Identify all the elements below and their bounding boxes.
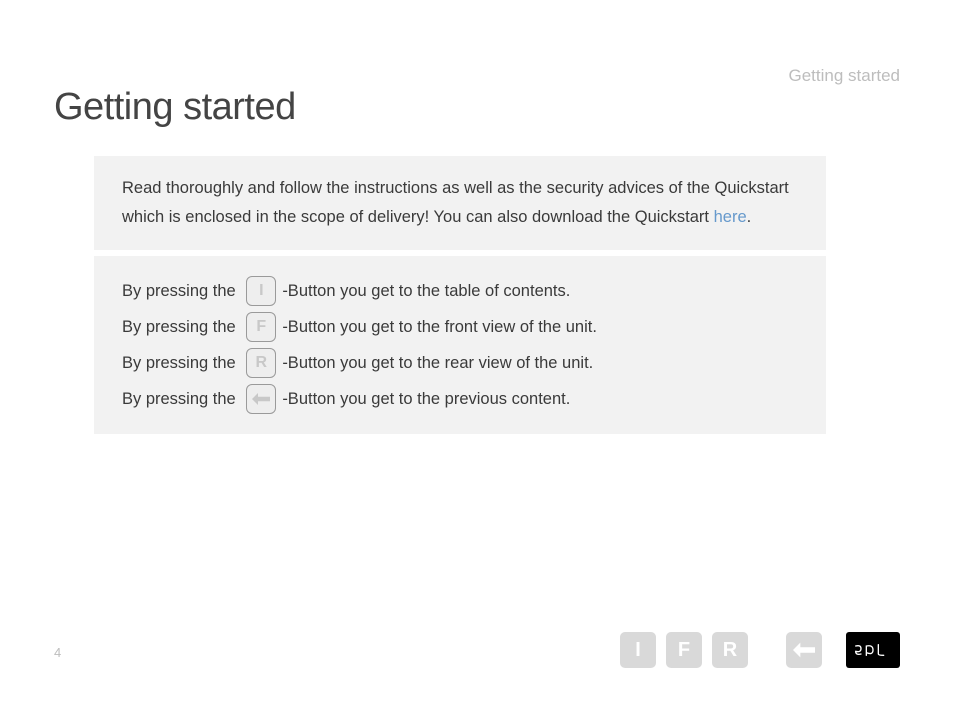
nav-r-button[interactable]: R [712,632,748,668]
key-r-icon: R [246,348,276,378]
page-title: Getting started [54,86,296,129]
intro-box: Read thoroughly and follow the instructi… [94,156,826,250]
intro-text-after: . [747,208,752,226]
key-i-icon: I [246,276,276,306]
back-arrow-icon [252,392,270,406]
instruction-row: By pressing the I -Button you get to the… [122,276,798,306]
nav-button-group: I F R [620,632,900,668]
instruction-row: By pressing the R -Button you get to the… [122,348,798,378]
instruction-pre: By pressing the [122,313,240,342]
instruction-post: -Button you get to the front view of the… [282,313,597,342]
nav-f-button[interactable]: F [666,632,702,668]
key-back-icon [246,384,276,414]
back-arrow-icon [793,642,815,658]
instruction-row: By pressing the -Button you get to the p… [122,384,798,414]
intro-text-before: Read thoroughly and follow the instructi… [122,179,789,226]
instruction-pre: By pressing the [122,349,240,378]
spl-logo-icon [853,641,893,659]
instructions-box: By pressing the I -Button you get to the… [94,256,826,434]
quickstart-link[interactable]: here [714,208,747,226]
nav-back-button[interactable] [786,632,822,668]
key-f-icon: F [246,312,276,342]
instruction-post: -Button you get to the previous content. [282,385,570,414]
spl-logo [846,632,900,668]
nav-i-button[interactable]: I [620,632,656,668]
page-number: 4 [54,645,61,660]
running-header: Getting started [788,66,900,86]
instruction-pre: By pressing the [122,385,240,414]
instruction-post: -Button you get to the table of contents… [282,277,570,306]
instruction-row: By pressing the F -Button you get to the… [122,312,798,342]
instruction-pre: By pressing the [122,277,240,306]
instruction-post: -Button you get to the rear view of the … [282,349,593,378]
